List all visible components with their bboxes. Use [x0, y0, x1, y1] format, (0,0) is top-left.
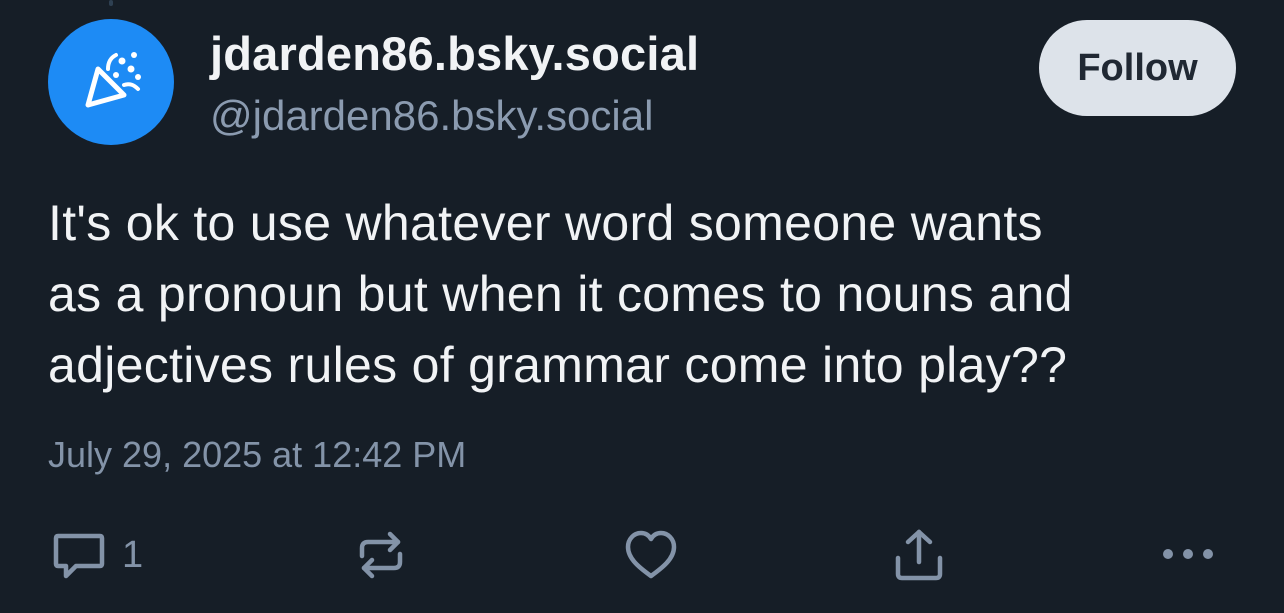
author-display-name[interactable]: jdarden86.bsky.social [210, 26, 699, 81]
avatar[interactable] [48, 19, 174, 145]
repost-icon [359, 531, 403, 579]
thread-connector-line [109, 0, 113, 6]
follow-button[interactable]: Follow [1039, 20, 1236, 116]
share-button[interactable] [890, 525, 948, 585]
repost-button[interactable] [352, 525, 410, 585]
reply-icon [53, 533, 105, 579]
reply-button[interactable]: 1 [50, 525, 143, 585]
post-text: It's ok to use whatever word someone wan… [48, 195, 1073, 393]
post-timestamp: July 29, 2025 at 12:42 PM [48, 434, 467, 475]
author-handle[interactable]: @jdarden86.bsky.social [210, 92, 653, 140]
heart-icon [625, 530, 677, 579]
more-options-button[interactable] [1158, 525, 1222, 585]
party-popper-icon [85, 52, 141, 108]
more-options-icon [1163, 549, 1213, 559]
like-button[interactable] [622, 525, 680, 585]
share-icon [895, 529, 943, 581]
reply-count: 1 [122, 533, 144, 576]
